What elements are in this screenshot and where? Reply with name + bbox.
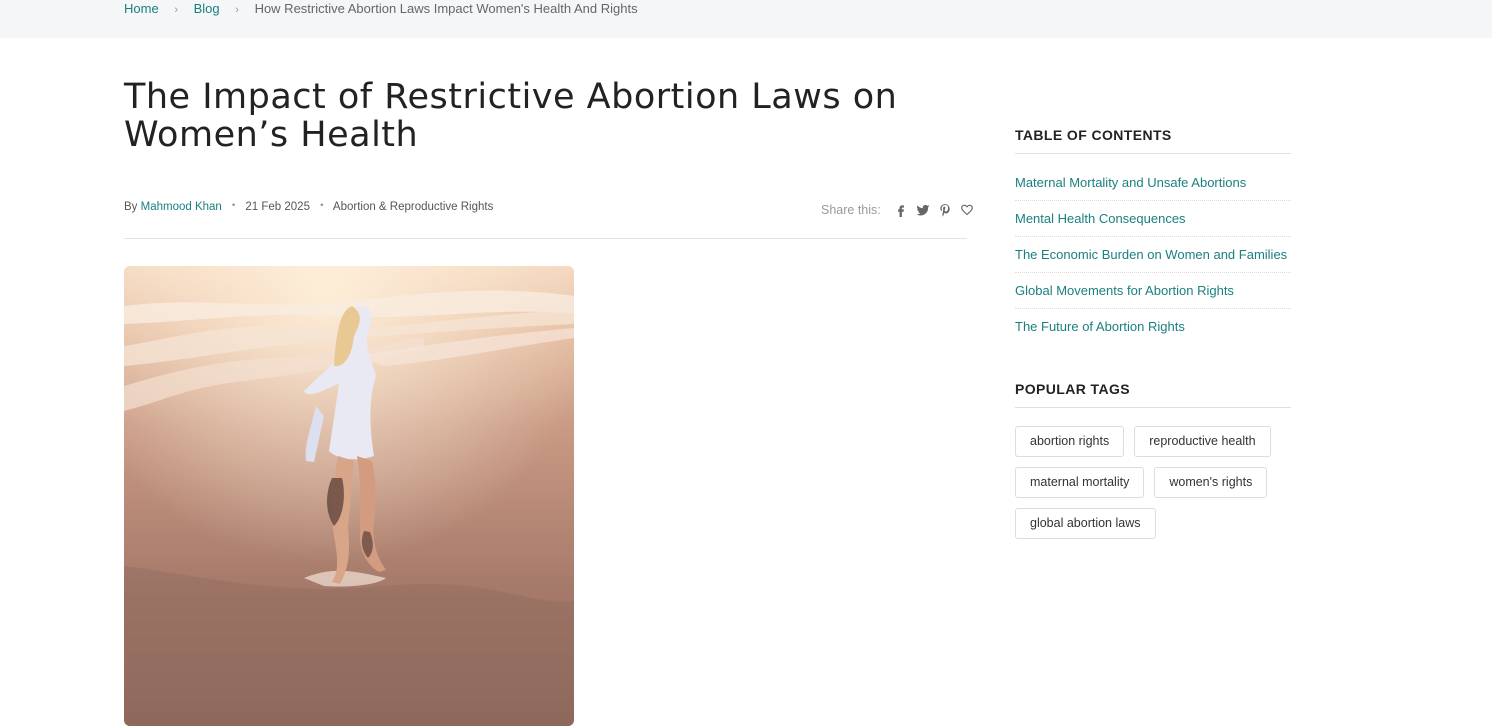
toc-heading: TABLE OF CONTENTS [1015, 127, 1291, 154]
popular-tags: POPULAR TAGS abortion rights reproductiv… [1015, 381, 1291, 539]
hero-image [124, 266, 574, 726]
toc-link-economic-burden[interactable]: The Economic Burden on Women and Familie… [1015, 247, 1287, 262]
table-of-contents: TABLE OF CONTENTS Maternal Mortality and… [1015, 127, 1291, 344]
toc-link-mental-health[interactable]: Mental Health Consequences [1015, 211, 1186, 226]
publish-date: 21 Feb 2025 [245, 201, 310, 213]
author-link[interactable]: Mahmood Khan [141, 201, 222, 213]
page-title: The Impact of Restrictive Abortion Laws … [124, 77, 898, 155]
twitter-icon[interactable] [915, 202, 931, 218]
toc-link-global-movements[interactable]: Global Movements for Abortion Rights [1015, 283, 1234, 298]
breadcrumb-separator: › [235, 4, 239, 16]
breadcrumb-separator: › [174, 4, 178, 16]
heart-icon[interactable] [959, 202, 975, 218]
breadcrumb-blog-link[interactable]: Blog [194, 1, 220, 16]
toc-item: The Future of Abortion Rights [1015, 309, 1291, 344]
tag-global-abortion-laws[interactable]: global abortion laws [1015, 508, 1156, 539]
toc-item: Maternal Mortality and Unsafe Abortions [1015, 174, 1291, 201]
toc-item: Global Movements for Abortion Rights [1015, 273, 1291, 309]
toc-link-maternal-mortality[interactable]: Maternal Mortality and Unsafe Abortions [1015, 175, 1246, 190]
toc-list: Maternal Mortality and Unsafe Abortions … [1015, 174, 1291, 344]
by-label: By [124, 201, 138, 213]
pinterest-icon[interactable] [937, 202, 953, 218]
share-label: Share this: [821, 203, 881, 217]
meta-separator: • [232, 200, 236, 210]
tags-heading: POPULAR TAGS [1015, 381, 1291, 408]
article-meta: By Mahmood Khan • 21 Feb 2025 • Abortion… [124, 200, 494, 213]
breadcrumb-current: How Restrictive Abortion Laws Impact Wom… [254, 1, 638, 16]
tag-reproductive-health[interactable]: reproductive health [1134, 426, 1271, 457]
toc-link-future[interactable]: The Future of Abortion Rights [1015, 319, 1185, 334]
tag-list: abortion rights reproductive health mate… [1015, 426, 1291, 539]
meta-divider [124, 238, 967, 239]
meta-separator: • [320, 200, 324, 210]
facebook-icon[interactable] [893, 202, 909, 218]
breadcrumb-home-link[interactable]: Home [124, 1, 159, 16]
tag-maternal-mortality[interactable]: maternal mortality [1015, 467, 1145, 498]
breadcrumb: Home › Blog › How Restrictive Abortion L… [124, 0, 638, 18]
tag-abortion-rights[interactable]: abortion rights [1015, 426, 1125, 457]
category-label: Abortion & Reproductive Rights [332, 201, 494, 213]
toc-item: Mental Health Consequences [1015, 201, 1291, 237]
share-bar: Share this: [821, 202, 981, 218]
breadcrumb-bar: Home › Blog › How Restrictive Abortion L… [0, 0, 1492, 38]
toc-item: The Economic Burden on Women and Familie… [1015, 237, 1291, 273]
tag-womens-rights[interactable]: women's rights [1154, 467, 1268, 498]
